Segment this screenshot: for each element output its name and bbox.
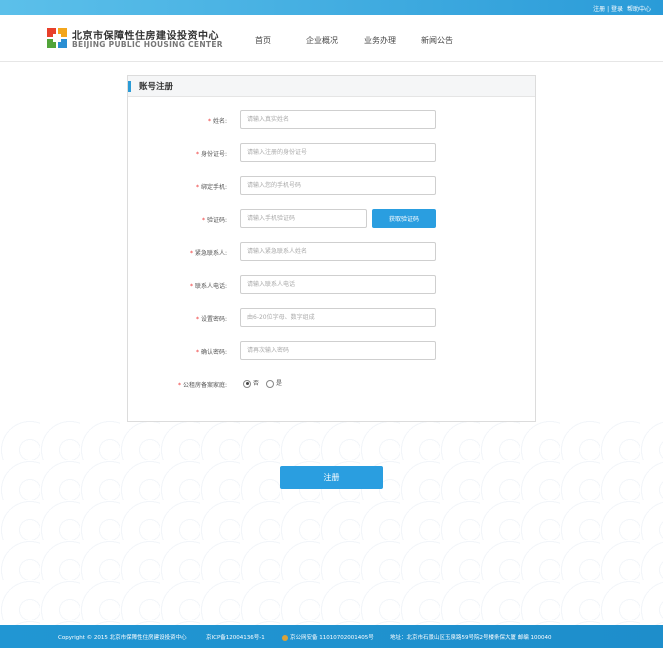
emergency-contact-input[interactable] — [240, 242, 436, 261]
radio-yes-icon[interactable] — [265, 379, 274, 388]
phone-input[interactable] — [240, 176, 436, 195]
radio-no-icon[interactable] — [243, 379, 251, 388]
family-question-label: * 公租房备案家庭: — [177, 382, 227, 389]
site-header: 北京市保障性住房建设投资中心 BEIJING PUBLIC HOUSING CE… — [0, 15, 663, 62]
get-code-button[interactable]: 获取验证码 — [372, 209, 436, 228]
panel-title: 账号注册 — [139, 82, 174, 92]
confirm-password-label: * 确认密码: — [195, 349, 227, 356]
id-number-label: * 身份证号: — [195, 151, 227, 158]
name-input[interactable] — [240, 110, 436, 129]
name-label: * 姓名: — [207, 118, 227, 125]
site-footer: Copyright © 2015 北京市保障性住房建设投资中心 京ICP备120… — [0, 625, 663, 648]
nav-business[interactable]: 业务办理 — [364, 35, 396, 46]
background-pattern — [0, 420, 663, 625]
nav-news[interactable]: 新闻公告 — [421, 35, 453, 46]
logo-icon — [47, 28, 67, 48]
id-number-input[interactable] — [240, 143, 436, 162]
phone-label: * 绑定手机: — [195, 184, 227, 191]
help-center-link[interactable]: 帮助中心 — [627, 4, 651, 13]
title-accent-bar — [128, 81, 131, 92]
register-login-link[interactable]: 注册 | 登录 — [593, 4, 623, 13]
police-badge-icon — [282, 634, 288, 641]
address-text: 地址：北京市石景山区玉泉路59号院2号楼条保大厦 邮编 100040 — [390, 635, 552, 641]
verification-code-input[interactable] — [240, 209, 367, 228]
copyright-text: Copyright © 2015 北京市保障性住房建设投资中心 — [58, 635, 187, 641]
nav-home[interactable]: 首页 — [255, 35, 271, 46]
family-radio-group: 否 是 — [243, 378, 287, 388]
radio-option-yes[interactable]: 是 — [265, 378, 282, 388]
radio-option-no[interactable]: 否 — [243, 378, 259, 388]
icp-link[interactable]: 京ICP备12004136号-1 — [206, 633, 265, 641]
panel-header: 账号注册 — [128, 76, 535, 97]
contact-phone-input[interactable] — [240, 275, 436, 294]
set-password-label: * 设置密码: — [195, 316, 227, 323]
register-button[interactable]: 注册 — [280, 466, 383, 489]
verification-code-label: * 验证码: — [201, 217, 227, 224]
emergency-contact-label: * 紧急联系人: — [189, 250, 227, 257]
police-record[interactable]: 京公网安备 11010702001405号 — [282, 633, 374, 641]
nav-company-overview[interactable]: 企业概况 — [306, 35, 338, 46]
logo-subtitle: BEIJING PUBLIC HOUSING CENTER — [72, 40, 223, 49]
set-password-input[interactable] — [240, 308, 436, 327]
confirm-password-input[interactable] — [240, 341, 436, 360]
top-bar: 注册 | 登录 帮助中心 — [0, 0, 663, 15]
contact-phone-label: * 联系人电话: — [189, 283, 227, 290]
